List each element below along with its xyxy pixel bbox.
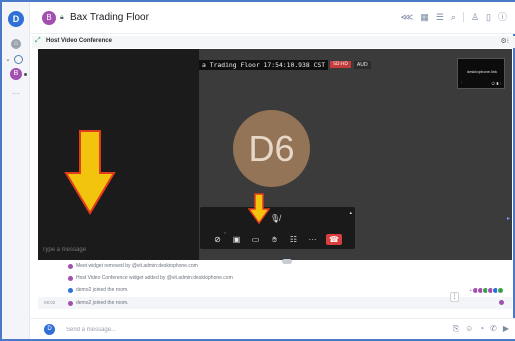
space-unread-dot [24,73,27,76]
header-icons: ⋘ ▦ ☰ ⌕ ♙ ▯ ⓘ [401,12,507,22]
widget-bar: ⤢ Host Video Conference ⚙⁝ [32,36,515,48]
event-text: demo2 joined the room. [76,300,129,306]
event-avatar[interactable] [68,300,73,306]
timeline-event: demo2 joined the room. [68,285,129,295]
event-avatar[interactable] [68,275,73,281]
lock-icon: 🔒︎ [60,14,64,21]
participant-avatar: D6 [233,110,310,187]
info-icon[interactable]: ⓘ [498,12,507,22]
camera-off-icon[interactable]: ⊘ [208,234,227,245]
room-avatar[interactable]: B [42,11,56,25]
annotation-arrow-small [248,193,270,225]
event-timestamp: 09:02 [44,300,56,305]
mic-muted-icon[interactable]: 🎙︎̸ [270,214,280,223]
room-timeline: Meet widget removed by @vit.admin:deskto… [38,259,512,315]
conference-chat-panel [38,49,199,260]
read-receipts[interactable]: + [469,287,504,294]
chat-icon[interactable]: ▭ [246,234,265,245]
message-input[interactable] [66,324,366,335]
space-row: ⌄ [5,55,29,65]
emoji-icon[interactable]: ☺ [465,324,473,334]
room-header: B 🔒︎ Bax Trading Floor ⋘ ▦ ☰ ⌕ ♙ ▯ ⓘ [30,2,515,34]
grid-icon[interactable]: ▦ [420,12,429,22]
raise-hand-icon[interactable]: ✋︎ [265,234,284,245]
thumbnail-label: desktophone.link [466,69,498,74]
files-icon[interactable]: ▯ [486,12,491,22]
user-avatar[interactable]: D [8,11,24,27]
call-icon[interactable]: ✆ [490,324,497,334]
space-rail: D ⌂ ⌄ B ··· [2,2,30,339]
timeline-event: Meet widget removed by @vit.admin:deskto… [68,261,198,271]
sticker-icon[interactable]: ◔ [479,324,484,334]
conference-toolbar: ▴ 🎙︎̸ ⁺ ⊘ ▣ ▭ ✋︎ ☷ ··· ☎︎ [200,207,355,249]
conference-chat-input[interactable] [42,247,192,253]
read-marker-avatar [499,300,504,305]
hang-up-button[interactable]: ☎︎ [326,234,342,245]
widget-title: Host Video Conference [46,38,112,44]
resolution-badge: SD:HD [330,61,351,68]
more-options-icon[interactable]: ··· [303,234,322,245]
tile-view-icon[interactable]: ☷ [284,234,303,245]
event-avatar[interactable] [68,287,73,293]
people-icon[interactable]: ♙ [471,12,479,22]
stream-banner: a Trading Floor 17:54:10.938 CST SD:HD A… [199,59,371,70]
receipt-avatar [497,287,504,294]
thumbnail-controls-icon[interactable]: ⏻ ▮ ⋮ [492,81,501,86]
home-icon[interactable]: ⌂ [11,39,21,49]
event-avatar[interactable] [68,263,73,269]
message-composer: D ⎘ ☺ ◔ ✆ ▶ [30,318,515,339]
space-avatar-b[interactable]: B [10,68,22,80]
timeline-event: demo2 joined the room. [68,298,129,308]
ellipsis-icon[interactable]: ··· [12,89,20,98]
annotation-arrow-large [64,130,116,215]
list-icon[interactable]: ☰ [436,12,444,22]
app-window: D ⌂ ⌄ B ··· B 🔒︎ Bax Trading Floor ⋘ ▦ ☰… [0,0,515,341]
event-text: Host Video Conference widget added by @v… [76,275,233,281]
audio-badge: AUD [353,60,371,69]
composer-icons: ⎘ ☺ ◔ ✆ ▶ [453,324,509,334]
menu-icon[interactable]: ⚙⁝ [500,37,509,45]
composer-avatar: D [44,324,55,335]
event-text: demo2 joined the room. [76,287,129,293]
event-options-button[interactable]: ⋮ [450,292,459,302]
room-name[interactable]: Bax Trading Floor [70,12,149,23]
search-icon[interactable]: ⌕ [451,12,456,22]
self-view-thumbnail[interactable]: desktophone.link ⁱ ⏻ ▮ ⋮ [457,58,505,89]
video-widget-icon: ⤢ [35,37,41,44]
share-icon[interactable]: ⋘ [401,12,414,22]
widget-resize-handle[interactable] [282,259,292,264]
header-divider [462,12,464,22]
screenshare-icon[interactable]: ▣ [227,234,246,245]
thumbnail-info-icon[interactable]: ⁱ [461,81,462,86]
space-circle-icon[interactable] [14,55,23,64]
video-icon[interactable]: ▶ [503,324,509,334]
toolbar-buttons: ⊘ ▣ ▭ ✋︎ ☷ ··· ☎︎ [208,234,342,245]
chevron-down-icon[interactable]: ⌄ [5,55,11,63]
timeline-event: Host Video Conference widget added by @v… [68,273,233,283]
attach-icon[interactable]: ⎘ [453,324,459,334]
stream-banner-text: a Trading Floor 17:54:10.938 CST [199,59,329,70]
chevron-right-icon[interactable]: ▸ [507,215,510,222]
toolbar-collapse-icon[interactable]: ▴ [349,210,352,216]
timeline-event-highlighted: 09:02 demo2 joined the room. [38,297,512,309]
event-text: Meet widget removed by @vit.admin:deskto… [76,263,198,269]
